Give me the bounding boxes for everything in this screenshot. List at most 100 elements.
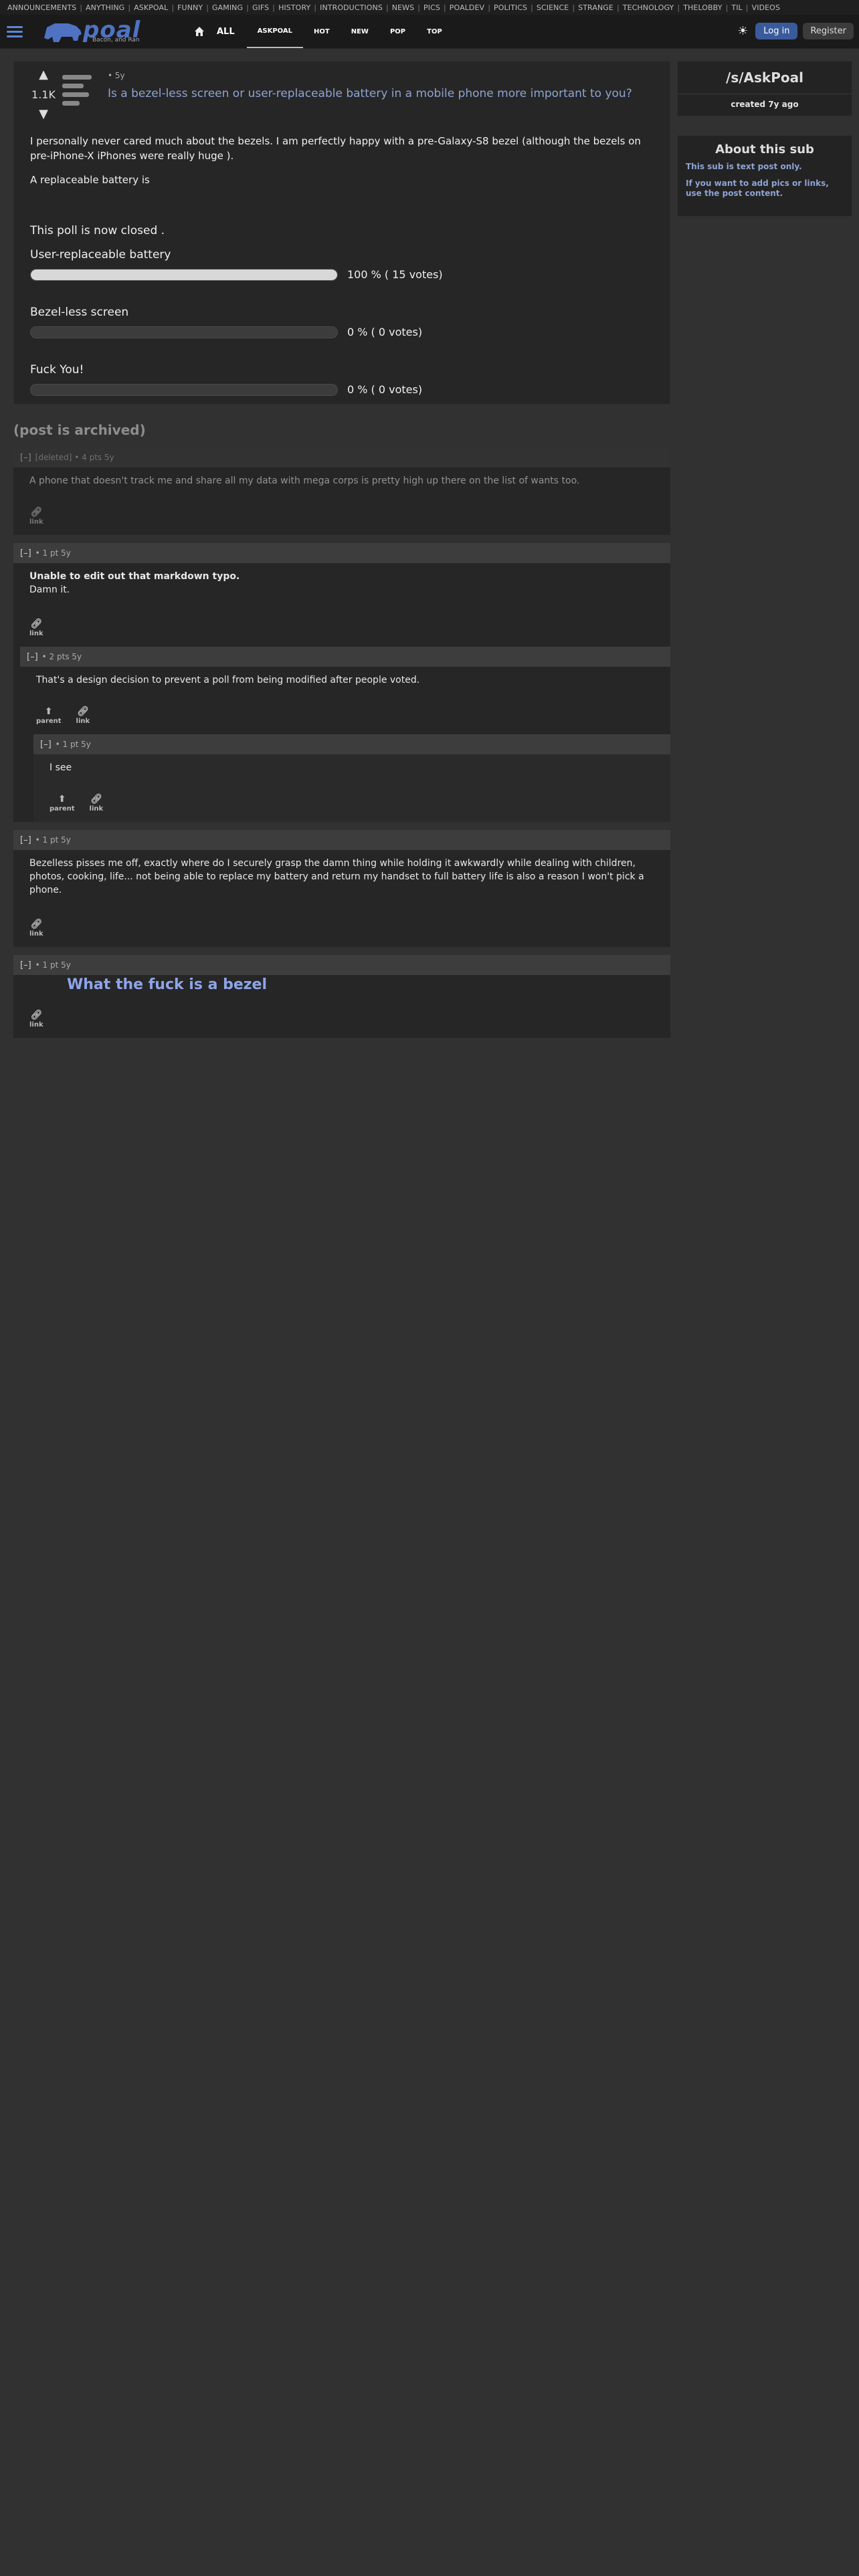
main-content: ▲ 1.1K ▼ • 5y Is a bezel-less screen or … <box>13 61 670 1038</box>
subs-separator: | <box>314 3 317 12</box>
about-card: About this sub This sub is text post onl… <box>677 135 852 217</box>
register-button[interactable]: Register <box>803 23 854 39</box>
collapse-toggle[interactable]: [–] <box>20 548 31 558</box>
sub-link-announcements[interactable]: ANNOUNCEMENTS <box>5 3 78 12</box>
poll-option-label: User-replaceable battery <box>30 248 171 261</box>
link-button[interactable]: 🔗︎ link <box>29 1010 43 1029</box>
sub-link-til[interactable]: TIL <box>729 3 744 12</box>
sub-link-science[interactable]: SCIENCE <box>535 3 571 12</box>
site-logo[interactable]: poal Bacon, and Ran <box>41 17 149 46</box>
comment-heading: What the fuck is a bezel <box>67 976 268 993</box>
tab-askpoal[interactable]: ASKPOAL <box>246 15 304 48</box>
sub-link-thelobby[interactable]: THELOBBY <box>681 3 724 12</box>
text-post-icon <box>62 75 94 110</box>
poll-result: 0 % ( 0 votes) <box>347 383 423 396</box>
sub-link-anything[interactable]: ANYTHING <box>84 3 126 12</box>
poll-bar <box>30 326 338 338</box>
arrow-up-icon: ⬆︎ <box>58 794 66 804</box>
archived-notice: (post is archived) <box>13 422 146 438</box>
sub-link-politics[interactable]: POLITICS <box>492 3 529 12</box>
link-label: link <box>29 1021 43 1029</box>
post-meta: • 5y <box>108 71 125 80</box>
sub-link-history[interactable]: HISTORY <box>276 3 312 12</box>
poll-option: User-replaceable battery 100 % ( 15 vote… <box>30 247 652 282</box>
collapse-toggle[interactable]: [–] <box>20 835 31 845</box>
sub-name[interactable]: /s/AskPoal <box>678 62 852 94</box>
bear-logo-icon <box>44 23 82 42</box>
tab-top[interactable]: TOP <box>416 15 453 48</box>
tab-new[interactable]: NEW <box>341 15 379 48</box>
post-card: ▲ 1.1K ▼ • 5y Is a bezel-less screen or … <box>13 61 670 405</box>
sub-link-askpoal[interactable]: ASKPOAL <box>132 3 170 12</box>
link-button[interactable]: 🔗︎ link <box>29 920 43 938</box>
link-label: link <box>76 718 90 725</box>
sub-link-gifs[interactable]: GIFS <box>250 3 271 12</box>
collapse-toggle[interactable]: [–] <box>27 652 38 662</box>
subs-separator: | <box>616 3 619 12</box>
link-label: link <box>29 930 43 938</box>
theme-toggle-icon[interactable]: ☀ <box>735 24 750 39</box>
link-button[interactable]: 🔗︎ link <box>29 508 43 526</box>
collapse-toggle[interactable]: [–] <box>20 960 31 970</box>
sub-link-introductions[interactable]: INTRODUCTIONS <box>318 3 385 12</box>
poll-fill <box>31 270 337 280</box>
sub-link-poaldev[interactable]: POALDEV <box>448 3 486 12</box>
comment-body: Bezelless pisses me off, exactly where d… <box>29 858 644 895</box>
subs-separator: | <box>246 3 249 12</box>
sub-link-strange[interactable]: STRANGE <box>576 3 615 12</box>
poll-option-label: Fuck You! <box>30 363 84 377</box>
comment-meta: • 1 pt 5y <box>35 548 71 558</box>
post-paragraph: A replaceable battery is <box>30 174 150 186</box>
link-button[interactable]: 🔗︎ link <box>76 707 90 725</box>
sub-link-pics[interactable]: PICS <box>421 3 442 12</box>
subs-separator: | <box>572 3 575 12</box>
poll-option: Bezel-less screen 0 % ( 0 votes) <box>30 305 652 340</box>
upvote-icon[interactable]: ▲ <box>23 68 64 82</box>
poll-bar <box>30 269 338 281</box>
menu-icon[interactable] <box>1 15 28 48</box>
link-label: link <box>29 630 43 637</box>
tab-pop[interactable]: POP <box>379 15 416 48</box>
home-icon[interactable] <box>190 26 209 37</box>
comment-meta: • 2 pts 5y <box>41 652 82 661</box>
comment-header: [–] • 2 pts 5y <box>20 647 670 667</box>
parent-button[interactable]: ⬆︎ parent <box>50 794 75 813</box>
subs-separator: | <box>272 3 276 12</box>
subs-separator: | <box>128 3 131 12</box>
subs-separator: | <box>488 3 490 12</box>
sub-link-technology[interactable]: TECHNOLOGY <box>621 3 676 12</box>
post-title[interactable]: Is a bezel-less screen or user-replaceab… <box>108 87 643 100</box>
downvote-icon[interactable]: ▼ <box>23 108 64 121</box>
sub-link-news[interactable]: NEWS <box>390 3 416 12</box>
link-button[interactable]: 🔗︎ link <box>29 619 43 637</box>
parent-button[interactable]: ⬆︎ parent <box>36 707 62 725</box>
sub-link-videos[interactable]: VIDEOS <box>750 3 782 12</box>
subs-separator: | <box>171 3 175 12</box>
sidebar: /s/AskPoal created 7y ago About this sub… <box>677 61 852 217</box>
subs-separator: | <box>725 3 729 12</box>
subs-separator: | <box>745 3 749 12</box>
collapse-toggle[interactable]: [–] <box>20 453 31 463</box>
comment-header: [–] • 1 pt 5y <box>13 543 670 563</box>
about-line: This sub is text post only. <box>686 162 802 171</box>
poll-closed-notice: This poll is now closed . <box>30 224 165 237</box>
subs-separator: | <box>80 3 83 12</box>
nav-all[interactable]: ALL <box>217 27 235 37</box>
tab-hot[interactable]: HOT <box>303 15 341 48</box>
main-nav: ALL ASKPOAL HOT NEW POP TOP <box>190 15 453 48</box>
comment: [–] • 1 pt 5y Bezelless pisses me off, e… <box>13 830 670 947</box>
logo-tagline: Bacon, and Ran <box>92 37 140 43</box>
sub-link-gaming[interactable]: GAMING <box>210 3 245 12</box>
link-icon: 🔗︎ <box>30 1010 43 1021</box>
arrow-up-icon: ⬆︎ <box>44 706 53 717</box>
comment-body: That's a design decision to prevent a po… <box>36 675 420 685</box>
comment: [–] [deleted] • 4 pts 5y A phone that do… <box>13 447 670 535</box>
subs-bar: ANNOUNCEMENTS | ANYTHING | ASKPOAL | FUNNY | GAM… <box>0 0 859 15</box>
login-button[interactable]: Log in <box>755 23 798 39</box>
comment-replies: [–] • 2 pts 5y That's a design decision … <box>20 647 670 822</box>
collapse-toggle[interactable]: [–] <box>40 740 52 750</box>
sub-link-funny[interactable]: FUNNY <box>175 3 205 12</box>
comment-body: I see <box>50 762 72 773</box>
link-button[interactable]: 🔗︎ link <box>90 794 104 813</box>
subs-separator: | <box>206 3 209 12</box>
